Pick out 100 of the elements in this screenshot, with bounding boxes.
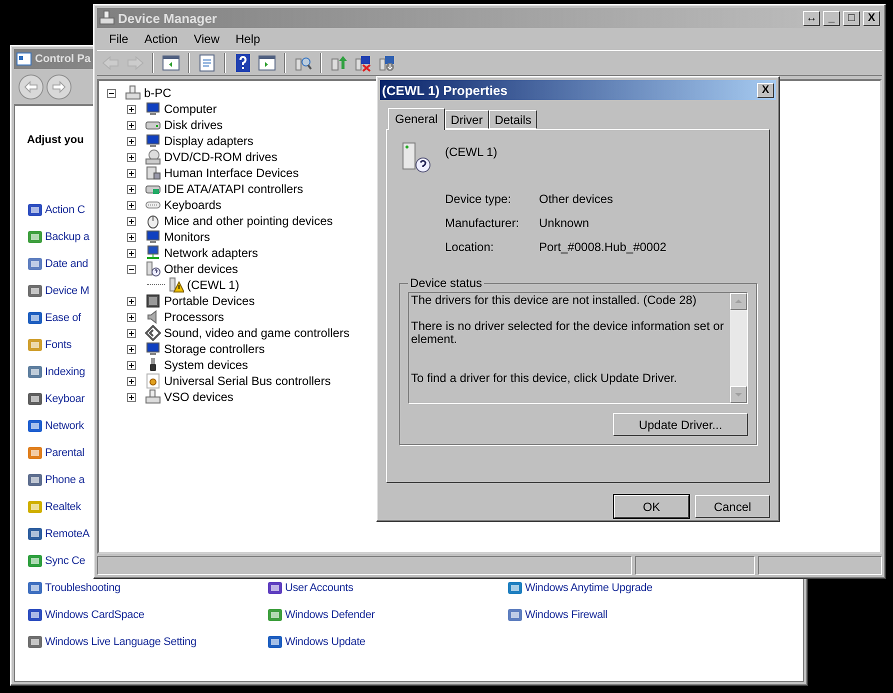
tree-item[interactable]: Processors	[164, 310, 224, 324]
control-panel-link[interactable]: Windows Update	[267, 633, 366, 650]
menu-item[interactable]: Action	[136, 32, 186, 46]
expand-toggle[interactable]	[127, 136, 136, 146]
control-panel-link[interactable]: Indexing	[27, 363, 85, 380]
control-panel-link[interactable]: Ease of	[27, 309, 81, 326]
control-panel-link[interactable]: User Accounts	[267, 579, 354, 596]
tree-item[interactable]: DVD/CD-ROM drives	[164, 150, 278, 164]
expand-toggle[interactable]	[127, 264, 136, 274]
tree-item[interactable]: Mice and other pointing devices	[164, 214, 333, 228]
control-panel-link[interactable]: Realtek	[27, 498, 81, 515]
control-panel-link[interactable]: Sync Ce	[27, 552, 86, 569]
tree-item[interactable]: Human Interface Devices	[164, 166, 299, 180]
install-icon[interactable]	[377, 53, 397, 73]
window-button[interactable]: □	[843, 10, 860, 26]
expand-toggle[interactable]	[127, 216, 136, 226]
control-panel-link[interactable]: Action C	[27, 201, 85, 218]
update-driver-button[interactable]: Update Driver...	[613, 413, 748, 436]
tree-item[interactable]: Portable Devices	[164, 294, 255, 308]
tree-item[interactable]: Other devices	[164, 262, 238, 276]
control-panel-link[interactable]: Phone a	[27, 471, 85, 488]
window-button[interactable]: X	[863, 10, 880, 26]
control-panel-link[interactable]: Windows Defender	[267, 606, 375, 623]
tree-item[interactable]: Display adapters	[164, 134, 254, 148]
properties-icon[interactable]	[197, 53, 217, 73]
menu-item[interactable]: Help	[228, 32, 268, 46]
tree-item[interactable]: VSO devices	[164, 390, 234, 404]
control-panel-link[interactable]: Keyboar	[27, 390, 85, 407]
field-label: Device type:	[445, 192, 512, 206]
dialog-title: (CEWL 1) Properties	[382, 82, 508, 98]
control-panel-link[interactable]: Parental	[27, 444, 84, 461]
expand-toggle[interactable]	[127, 248, 136, 258]
expand-toggle[interactable]	[127, 392, 136, 402]
control-panel-link[interactable]: Windows Firewall	[507, 606, 608, 623]
tab[interactable]: General	[388, 108, 445, 130]
expand-toggle[interactable]	[127, 312, 136, 322]
window-button[interactable]: ↔	[803, 10, 820, 26]
expand-toggle[interactable]	[127, 232, 136, 242]
applet-icon	[267, 580, 283, 596]
tree-item[interactable]: Monitors	[164, 230, 210, 244]
tree-item[interactable]: Sound, video and game controllers	[164, 326, 350, 340]
dialog-button[interactable]: OK	[614, 495, 689, 518]
tree-item[interactable]: Universal Serial Bus controllers	[164, 374, 331, 388]
menu-item[interactable]: View	[186, 32, 228, 46]
expand-toggle[interactable]	[127, 296, 136, 306]
expand-toggle[interactable]	[127, 104, 136, 114]
control-panel-link[interactable]: Device M	[27, 282, 90, 299]
scroll-down-icon[interactable]	[730, 386, 747, 403]
tree-item[interactable]: System devices	[164, 358, 248, 372]
control-panel-link[interactable]: Fonts	[27, 336, 72, 353]
expand-toggle[interactable]	[127, 344, 136, 354]
expand-toggle[interactable]	[107, 88, 116, 98]
tree-item[interactable]: Keyboards	[164, 198, 222, 212]
field-value: Other devices	[539, 192, 614, 206]
applet-icon	[27, 364, 43, 380]
control-panel-link[interactable]: Network	[27, 417, 84, 434]
close-button[interactable]: X	[757, 82, 774, 98]
expand-toggle[interactable]	[127, 120, 136, 130]
control-panel-link[interactable]: Date and	[27, 255, 88, 272]
control-panel-link[interactable]: Troubleshooting	[27, 579, 120, 596]
applet-icon	[507, 606, 523, 622]
expand-toggle[interactable]	[127, 200, 136, 210]
expand-toggle[interactable]	[127, 328, 136, 338]
expand-toggle[interactable]	[127, 184, 136, 194]
tree-item[interactable]: (CEWL 1)	[187, 278, 240, 292]
tree-item[interactable]: Computer	[164, 102, 217, 116]
tree-item[interactable]: Disk drives	[164, 118, 223, 132]
tree-item[interactable]: b-PC	[144, 86, 172, 100]
pane-icon[interactable]	[257, 53, 277, 73]
control-panel-link[interactable]: Backup a	[27, 228, 90, 245]
applet-icon	[27, 498, 43, 514]
tree-item[interactable]: IDE ATA/ATAPI controllers	[164, 182, 304, 196]
tab[interactable]: Details	[488, 110, 538, 129]
expand-toggle[interactable]	[127, 152, 136, 162]
pane-icon[interactable]	[161, 53, 181, 73]
forward-icon[interactable]	[46, 74, 72, 100]
applet-icon	[27, 202, 43, 218]
tree-item[interactable]: Network adapters	[164, 246, 258, 260]
back-icon[interactable]	[18, 74, 44, 100]
expand-toggle[interactable]	[127, 376, 136, 386]
field-label: Location:	[445, 240, 495, 254]
menu-item[interactable]: File	[101, 32, 136, 46]
device-icon	[145, 165, 161, 181]
expand-toggle[interactable]	[127, 168, 136, 178]
expand-toggle[interactable]	[127, 360, 136, 370]
scroll-up-icon[interactable]	[730, 293, 747, 310]
control-panel-link[interactable]: Windows CardSpace	[27, 606, 144, 623]
tree-item[interactable]: Storage controllers	[164, 342, 265, 356]
dialog-button[interactable]: Cancel	[695, 495, 770, 518]
window-button[interactable]: _	[823, 10, 840, 26]
uninstall-icon[interactable]	[353, 53, 373, 73]
tab[interactable]: Driver	[444, 110, 489, 129]
help-icon[interactable]	[233, 53, 253, 73]
warning-icon	[168, 277, 184, 293]
applet-icon	[27, 526, 43, 542]
control-panel-link[interactable]: Windows Live Language Setting	[27, 633, 196, 650]
control-panel-link[interactable]: Windows Anytime Upgrade	[507, 579, 652, 596]
control-panel-link[interactable]: RemoteA	[27, 525, 90, 542]
status-message: There is no driver selected for the device information set or element.	[411, 320, 725, 346]
applet-icon	[27, 634, 43, 650]
